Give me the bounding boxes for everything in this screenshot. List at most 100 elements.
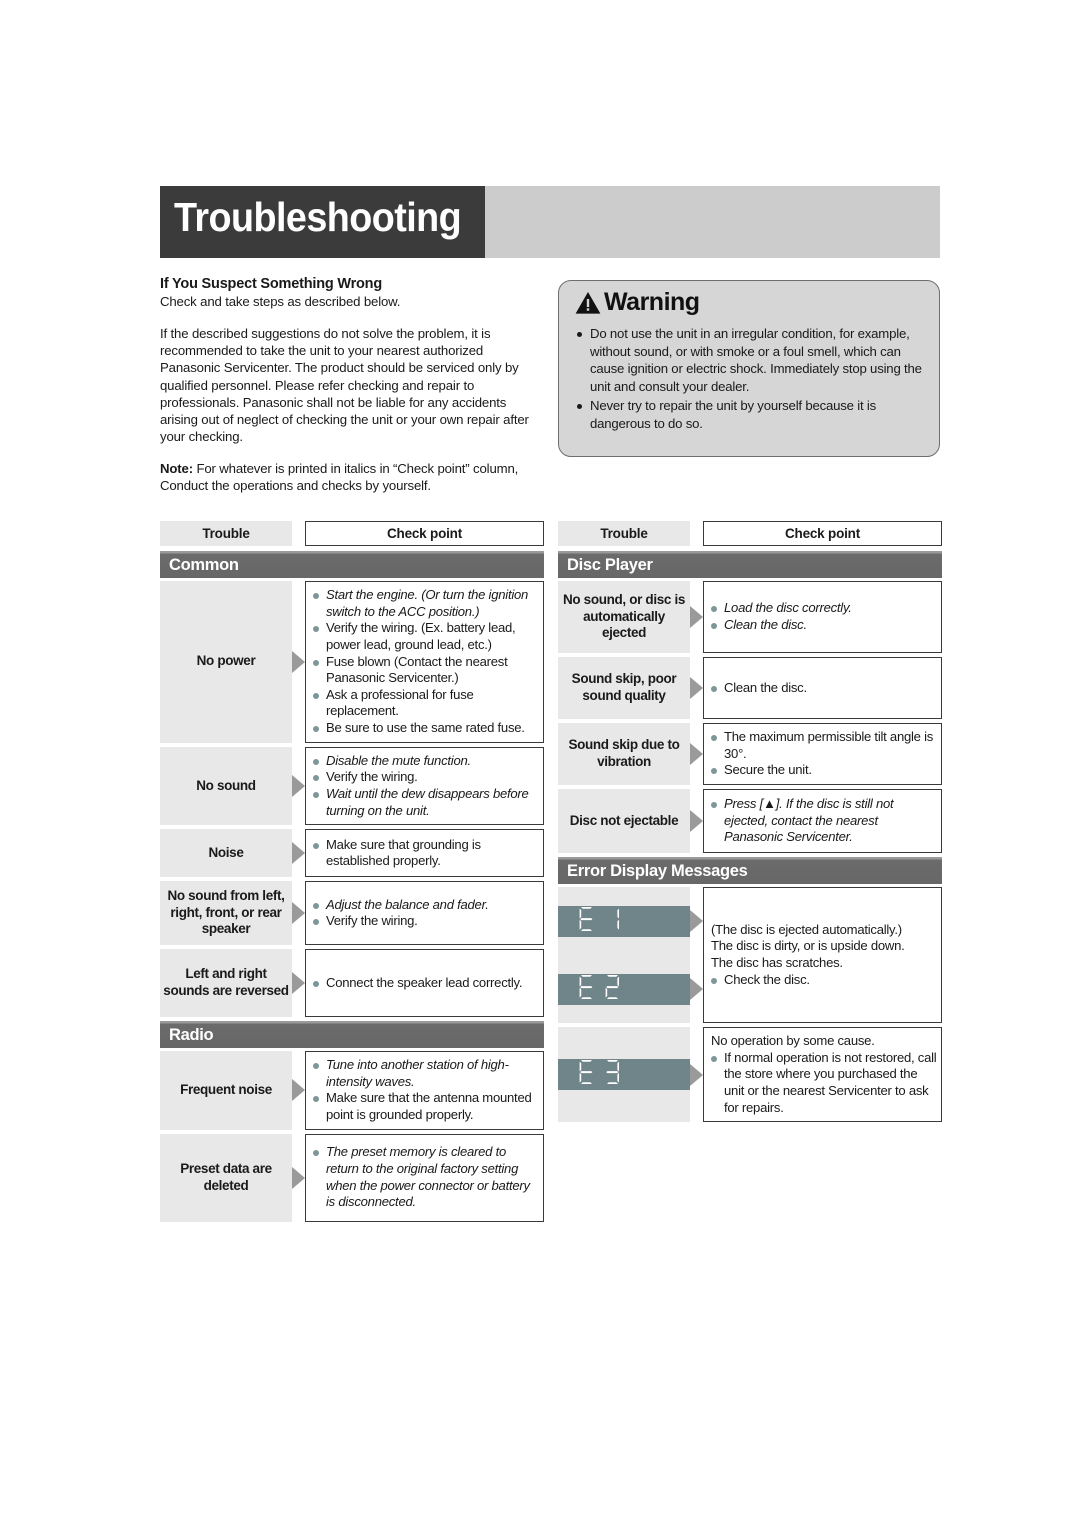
warning-header: Warning bbox=[575, 290, 700, 315]
check-point-cell: Load the disc correctly. Clean the disc. bbox=[703, 581, 942, 653]
error-description-line: The disc is dirty, or is upside down. bbox=[711, 938, 905, 954]
arrow-cell bbox=[292, 881, 305, 945]
check-point-item: Start the engine. (Or turn the ignition … bbox=[311, 587, 539, 620]
table-header-row: Trouble Check point bbox=[558, 521, 942, 546]
arrow-cell bbox=[690, 723, 703, 785]
error-description-cell: (The disc is ejected automatically.) The … bbox=[703, 887, 942, 1023]
arrow-icon bbox=[690, 910, 703, 932]
arrow-icon bbox=[292, 1079, 305, 1102]
check-point-item: Adjust the balance and fader. bbox=[311, 897, 539, 914]
check-point-item: Verify the wiring. bbox=[311, 913, 539, 930]
column-header-check-point: Check point bbox=[703, 521, 942, 546]
table-row: Noise Make sure that grounding is establi… bbox=[160, 829, 544, 878]
table-row: Left and right sounds are reversed Connec… bbox=[160, 949, 544, 1018]
error-code-block bbox=[558, 887, 690, 955]
arrow-cell bbox=[292, 1134, 305, 1222]
check-point-cell: Connect the speaker lead correctly. bbox=[305, 949, 544, 1018]
check-point-item: Fuse blown (Contact the nearest Panasoni… bbox=[311, 654, 539, 687]
warning-triangle-icon bbox=[575, 291, 601, 314]
seven-segment-digit bbox=[605, 974, 619, 999]
check-point-item: The preset memory is cleared to return t… bbox=[311, 1144, 539, 1211]
note-label: Note: bbox=[160, 461, 193, 477]
trouble-cell: Sound skip, poor sound quality bbox=[558, 657, 690, 719]
error-code-digits bbox=[578, 974, 630, 1005]
warning-item: Never try to repair the unit by yourself… bbox=[576, 397, 928, 432]
arrow-slot bbox=[690, 955, 703, 1023]
trouble-cell: Frequent noise bbox=[160, 1051, 292, 1130]
check-point-cell: The maximum permissible tilt angle is 30… bbox=[703, 723, 942, 785]
check-point-cell: The preset memory is cleared to return t… bbox=[305, 1133, 544, 1222]
arrow-icon bbox=[690, 677, 703, 699]
intro-body: If the described suggestions do not solv… bbox=[160, 326, 529, 445]
section-bar: Radio bbox=[160, 1021, 544, 1049]
seven-segment-digit bbox=[579, 974, 593, 999]
right-sections-container: Disc Player No sound, or disc is automati… bbox=[558, 551, 942, 853]
table-row: No sound from left, right, front, or rea… bbox=[160, 881, 544, 946]
table-row: No sound, or disc is automatically eject… bbox=[558, 581, 942, 653]
error-description-line: No operation by some cause. bbox=[711, 1033, 875, 1048]
section-title: Radio bbox=[169, 1025, 214, 1044]
error-code-block bbox=[558, 955, 690, 1023]
error-row: (The disc is ejected automatically.) The … bbox=[558, 887, 942, 1023]
seven-segment-digit bbox=[617, 908, 619, 930]
check-point-item: Connect the speaker lead correctly. bbox=[311, 975, 539, 992]
arrow-icon bbox=[292, 650, 305, 673]
error-row: No operation by some cause. If normal ope… bbox=[558, 1027, 942, 1123]
error-description-line: (The disc is ejected automatically.) bbox=[711, 921, 902, 937]
lcd-display bbox=[558, 1059, 690, 1091]
error-arrow-column bbox=[690, 887, 703, 1023]
page-title: Troubleshooting bbox=[174, 194, 462, 240]
check-point-cell: Adjust the balance and fader. Verify the … bbox=[305, 881, 544, 946]
error-code-digits bbox=[578, 906, 630, 937]
arrow-cell bbox=[690, 657, 703, 719]
trouble-cell: No sound, or disc is automatically eject… bbox=[558, 581, 690, 653]
check-point-item: Be sure to use the same rated fuse. bbox=[311, 720, 539, 737]
table-row: No power Start the engine. (Or turn the i… bbox=[160, 581, 544, 743]
error-description-cell: No operation by some cause. If normal ope… bbox=[703, 1027, 942, 1123]
document-page: Troubleshooting If You Suspect Something… bbox=[160, 0, 942, 1526]
trouble-cell: Preset data are deleted bbox=[160, 1133, 292, 1222]
check-point-cell: Tune into another station of high-intens… bbox=[305, 1051, 544, 1130]
section-title: Common bbox=[169, 555, 239, 574]
column-header-check-point: Check point bbox=[305, 521, 544, 546]
check-point-cell: Press [▲]. If the disc is still not ejec… bbox=[703, 789, 942, 853]
section-title: Disc Player bbox=[567, 555, 653, 574]
left-sections-container: Common No power Start the engine. (Or turn… bbox=[160, 551, 544, 1222]
section-bar: Common bbox=[160, 551, 544, 578]
intro-subheading: Check and take steps as described below. bbox=[160, 294, 401, 309]
arrow-cell bbox=[292, 949, 305, 1017]
check-point-item: The maximum permissible tilt angle is 30… bbox=[709, 729, 937, 762]
left-table-column: Trouble Check point Common No power Start … bbox=[160, 521, 544, 1226]
header-spacer bbox=[690, 521, 703, 546]
check-point-cell: Clean the disc. bbox=[703, 657, 942, 719]
check-point-item: Secure the unit. bbox=[709, 762, 937, 779]
error-display-section: Error Display Messages (The disc is eject… bbox=[558, 857, 942, 1123]
check-point-item: Ask a professional for fuse replacement. bbox=[311, 687, 539, 720]
table-row: Frequent noise Tune into another station … bbox=[160, 1051, 544, 1130]
arrow-icon bbox=[292, 774, 305, 797]
error-description-line: The disc has scratches. bbox=[711, 955, 843, 970]
arrow-icon bbox=[690, 978, 703, 1000]
section-bar: Error Display Messages bbox=[558, 857, 942, 884]
seven-segment-digit bbox=[606, 1060, 619, 1085]
error-code-column bbox=[558, 887, 690, 1023]
error-description-line: Check the disc. bbox=[709, 972, 937, 989]
note-text: For whatever is printed in italics in “C… bbox=[160, 461, 519, 494]
check-point-item: Verify the wiring. bbox=[311, 769, 539, 786]
arrow-icon bbox=[292, 972, 305, 995]
trouble-cell: No sound from left, right, front, or rea… bbox=[160, 881, 292, 946]
error-description-line: If normal operation is not restored, cal… bbox=[709, 1050, 937, 1117]
table-row: No sound Disable the mute function. Verify… bbox=[160, 746, 544, 826]
intro-heading: If You Suspect Something Wrong bbox=[160, 276, 382, 292]
trouble-cell: No power bbox=[160, 581, 292, 743]
arrow-cell bbox=[292, 747, 305, 826]
check-point-item: Load the disc correctly. bbox=[709, 600, 937, 617]
table-row: Sound skip, poor sound quality Clean the … bbox=[558, 657, 942, 719]
arrow-icon bbox=[690, 810, 703, 832]
arrow-cell bbox=[292, 829, 305, 877]
arrow-icon bbox=[690, 606, 703, 628]
error-code-block bbox=[558, 1027, 690, 1123]
column-header-trouble: Trouble bbox=[558, 521, 690, 546]
header-dark-block: Troubleshooting bbox=[160, 186, 485, 258]
check-point-item: Tune into another station of high-intens… bbox=[311, 1057, 539, 1090]
